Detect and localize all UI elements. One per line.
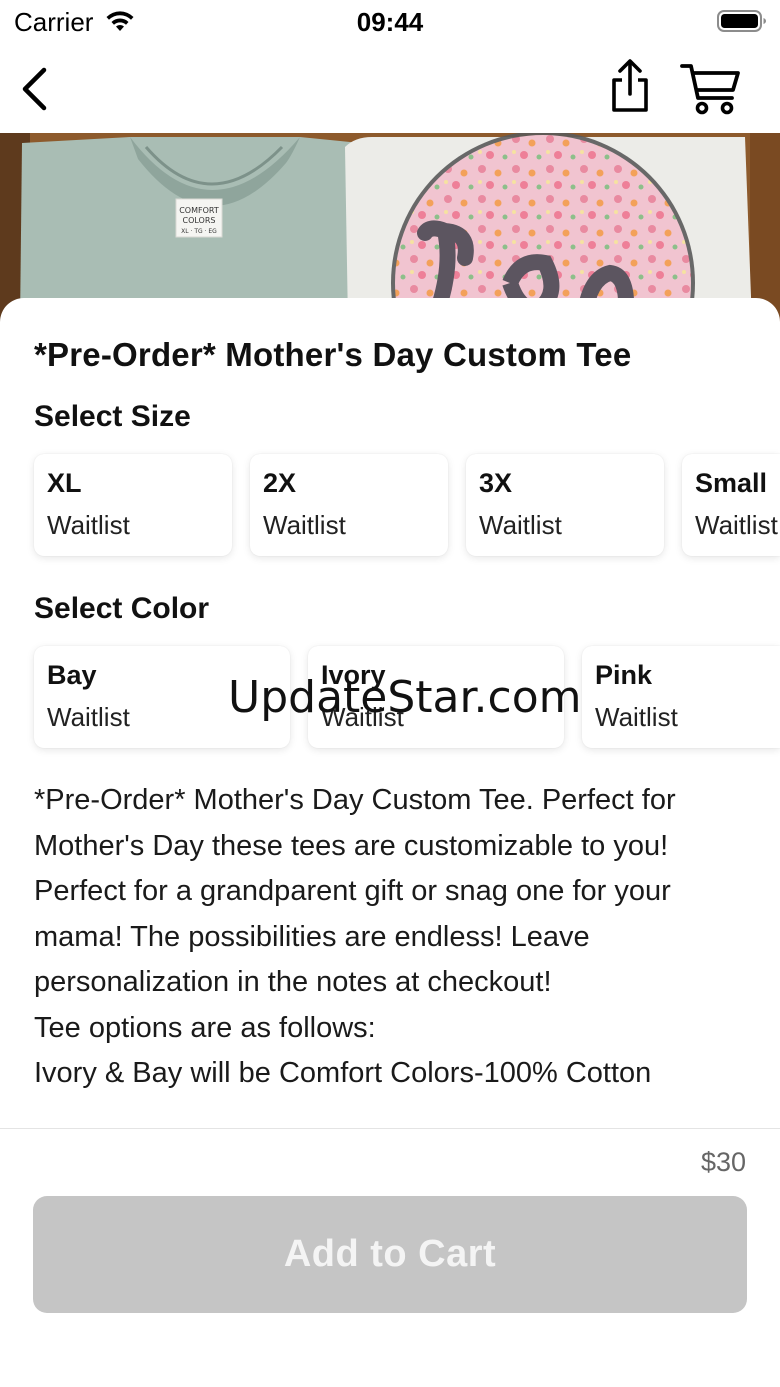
option-name: 2X (263, 468, 297, 498)
product-sheet: *Pre-Order* Mother's Day Custom Tee Sele… (0, 298, 780, 1128)
option-status: Waitlist (47, 510, 130, 540)
option-status: Waitlist (695, 510, 778, 540)
purchase-bar: $30 Add to Cart (0, 1128, 780, 1387)
option-name: Bay (47, 660, 97, 690)
option-status: Waitlist (479, 510, 562, 540)
add-to-cart-button[interactable]: Add to Cart (33, 1196, 747, 1313)
product-image: COMFORT COLORS XL · TG · EG (0, 133, 780, 323)
chevron-left-icon (22, 67, 47, 111)
product-description: *Pre-Order* Mother's Day Custom Tee. Per… (34, 784, 676, 1089)
option-name: Small (695, 468, 768, 498)
option-name: 3X (479, 468, 513, 498)
option-status: Waitlist (595, 702, 678, 732)
svg-text:COMFORT: COMFORT (179, 206, 219, 215)
nav-bar (0, 44, 780, 134)
share-icon[interactable] (604, 58, 656, 116)
price-label: $30 (700, 1147, 746, 1177)
size-option-2x[interactable]: 2X Waitlist (250, 454, 448, 556)
svg-text:COLORS: COLORS (183, 216, 216, 225)
option-name: Ivory (321, 660, 386, 690)
select-size-heading: Select Size (34, 400, 191, 433)
option-status: Waitlist (47, 702, 130, 732)
status-bar: Carrier 09:44 (0, 0, 780, 44)
color-option-ivory[interactable]: Ivory Waitlist (308, 646, 564, 748)
color-option-bay[interactable]: Bay Waitlist (34, 646, 290, 748)
back-button[interactable] (14, 64, 54, 114)
size-option-xl[interactable]: XL Waitlist (34, 454, 232, 556)
cart-icon[interactable] (680, 60, 742, 116)
product-title: *Pre-Order* Mother's Day Custom Tee (34, 336, 632, 373)
svg-text:XL · TG · EG: XL · TG · EG (181, 228, 217, 235)
size-option-small[interactable]: Small Waitlist (682, 454, 780, 556)
option-status: Waitlist (321, 702, 404, 732)
size-option-3x[interactable]: 3X Waitlist (466, 454, 664, 556)
option-name: Pink (595, 660, 653, 690)
clock: 09:44 (356, 7, 424, 37)
select-color-heading: Select Color (34, 592, 210, 625)
option-name: XL (47, 468, 82, 498)
color-option-pink[interactable]: Pink Waitlist (582, 646, 780, 748)
option-status: Waitlist (263, 510, 346, 540)
battery-icon (717, 10, 766, 32)
